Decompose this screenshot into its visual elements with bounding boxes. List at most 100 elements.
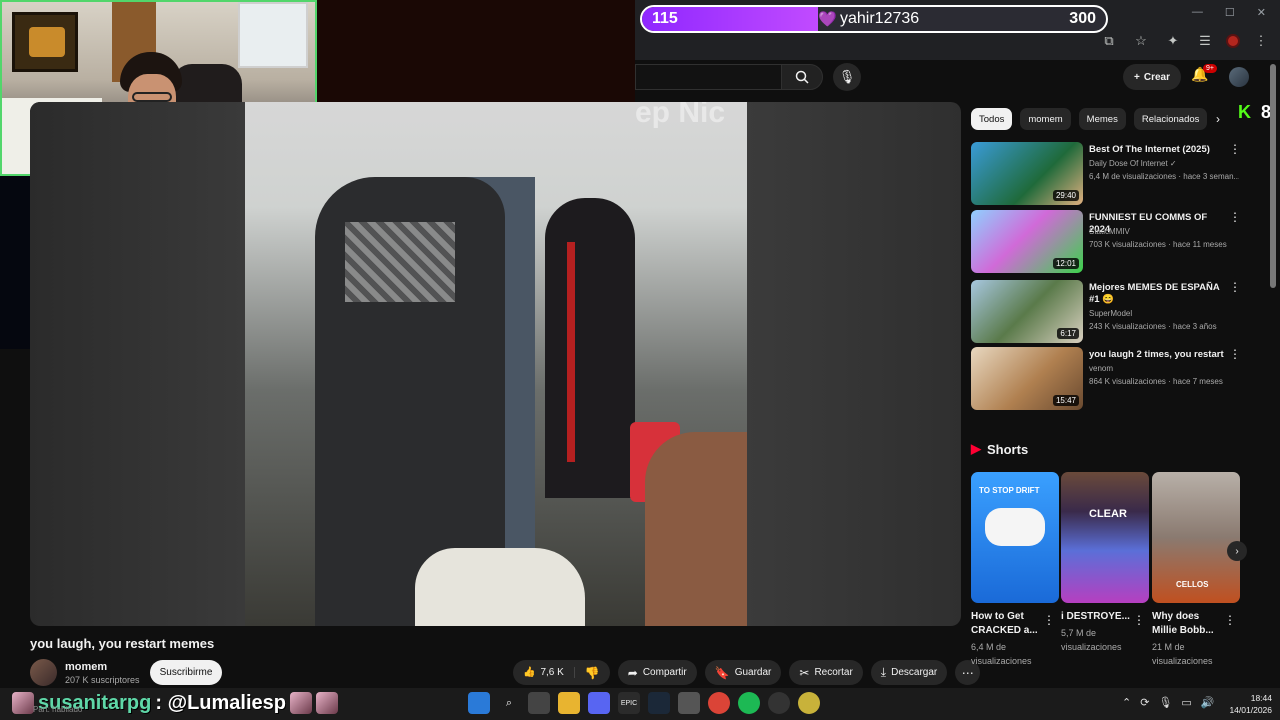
subscribe-button[interactable]: Suscribirme [150,660,222,685]
more-vert-icon[interactable]: ⋮ [1229,280,1241,294]
system-tray: ⌃ ⟳ 🎙 ▭ 🔊 [1122,696,1215,709]
install-app-icon[interactable]: ⧉ [1098,33,1120,49]
store-icon[interactable] [678,692,700,714]
controller-icon [985,508,1045,546]
chevron-right-icon: › [1235,545,1239,557]
recommendation-title[interactable]: you laugh 2 times, you restart [1089,349,1229,361]
more-vert-icon[interactable]: ⋮ [1229,142,1241,156]
dislike-button[interactable]: 👎 [575,666,610,680]
discord-icon[interactable] [588,692,610,714]
spotify-icon[interactable] [738,692,760,714]
video-player[interactable]: ep Nic [30,102,961,626]
close-button[interactable]: ✕ [1257,6,1266,19]
chevron-up-icon[interactable]: ⌃ [1122,696,1131,709]
blurred-background-left [30,102,245,626]
chat-emote [316,692,338,714]
video-thumbnail[interactable]: 29:40 [971,142,1083,205]
short-thumbnail[interactable]: TO STOP DRIFT [971,472,1059,603]
create-button[interactable]: + Crear [1123,64,1181,90]
download-button[interactable]: ⤓ Descargar [870,660,948,685]
save-button[interactable]: 🔖 Guardar [704,660,782,685]
recommendation-item[interactable]: 6:17 Mejores MEMES DE ESPAÑA #1 😄 SuperM… [971,280,1241,344]
system-clock[interactable]: 18:44 14/01/2026 [1222,692,1272,716]
microphone-icon[interactable]: 🎙 [1158,696,1172,709]
steam-icon[interactable] [648,692,670,714]
minimize-button[interactable]: — [1192,6,1203,19]
shorts-next-button[interactable]: › [1227,541,1247,561]
windows-start-icon[interactable] [468,692,490,714]
share-button[interactable]: ➦ Compartir [617,660,697,685]
recommendation-item[interactable]: 29:40 Best Of The Internet (2025) Daily … [971,142,1241,206]
short-thumbnail[interactable]: CELLOS [1152,472,1240,603]
recommendation-channel[interactable]: SuperModel [1089,309,1132,318]
chip-memes[interactable]: Memes [1078,108,1126,130]
page-scrollbar[interactable] [1270,64,1276,288]
more-vert-icon[interactable]: ⋮ [1133,613,1145,627]
short-overlay-text: CELLOS [1176,580,1209,589]
channel-avatar[interactable] [30,659,57,686]
bookmark-star-icon[interactable]: ☆ [1130,33,1152,49]
reading-list-icon[interactable]: ☰ [1194,33,1216,49]
clip-button[interactable]: ✂ Recortar [789,660,863,685]
browser-menu-icon[interactable]: ⋮ [1250,33,1272,49]
video-overlay-text: ep Nic [635,102,726,129]
chip-todos[interactable]: Todos [971,108,1013,130]
short-overlay-text: TO STOP DRIFT [979,486,1040,495]
short-title[interactable]: Why does Millie Bobb... [1152,610,1224,638]
channel-name[interactable]: momem [65,661,107,673]
short-title[interactable]: How to Get CRACKED a... [971,610,1043,638]
like-dislike-group: 👍 7,6 K 👎 [513,660,610,685]
short-item[interactable]: CLEAR i DESTROYE... 5,7 M de visualizaci… [1061,472,1149,654]
search-button[interactable] [781,64,823,90]
voice-search-button[interactable]: 🎙 [833,63,861,91]
recommendation-item[interactable]: 12:01 FUNNIEST EU COMMS OF 2024 StaticMM… [971,210,1241,274]
browser-toolbar: ⧉ ☆ ✦ ☰ ⋮ [1098,33,1272,49]
task-view-icon[interactable] [528,692,550,714]
video-thumbnail[interactable]: 15:47 [971,347,1083,410]
recommendation-meta: 6,4 M de visualizaciones · hace 3 seman.… [1089,172,1239,181]
account-avatar[interactable] [1229,67,1249,87]
browser-profile-icon[interactable] [1226,34,1240,48]
search-icon[interactable]: ⌕ [498,692,520,714]
chrome-icon[interactable] [708,692,730,714]
video-thumbnail[interactable]: 6:17 [971,280,1083,343]
chip-relacionados[interactable]: Relacionados [1133,108,1208,130]
clock-time: 18:44 [1250,693,1272,703]
epic-games-icon[interactable]: EPIC [618,692,640,714]
recommendation-channel[interactable]: venom [1089,364,1113,373]
chat-subtext: Part: habilado [33,705,83,714]
notification-badge: 9+ [1203,64,1217,73]
recommendation-channel[interactable]: StaticMMIV [1089,227,1130,236]
short-item[interactable]: TO STOP DRIFT How to Get CRACKED a... 6,… [971,472,1059,668]
sync-icon[interactable]: ⟳ [1140,696,1149,709]
display-icon[interactable]: ▭ [1181,696,1191,709]
chip-momem[interactable]: momem [1020,108,1071,130]
more-vert-icon[interactable]: ⋮ [1043,613,1055,627]
more-vert-icon[interactable]: ⋮ [1224,613,1236,627]
obs-icon[interactable] [768,692,790,714]
short-item[interactable]: CELLOS Why does Millie Bobb... 21 M de v… [1152,472,1240,668]
recommendation-item[interactable]: 15:47 you laugh 2 times, you restart ven… [971,347,1241,411]
app-icon[interactable] [798,692,820,714]
share-label: Compartir [642,667,687,678]
video-thumbnail[interactable]: 12:01 [971,210,1083,273]
speaker-icon[interactable]: 🔊 [1201,696,1215,709]
short-title[interactable]: i DESTROYE... [1061,610,1133,624]
recommendation-channel[interactable]: Daily Dose Of Internet ✓ [1089,159,1177,168]
more-vert-icon[interactable]: ⋮ [1229,210,1241,224]
recommendation-title[interactable]: Best Of The Internet (2025) [1089,144,1229,156]
recommendation-title[interactable]: Mejores MEMES DE ESPAÑA #1 😄 [1089,282,1229,306]
more-vert-icon[interactable]: ⋮ [1229,347,1241,361]
extensions-icon[interactable]: ✦ [1162,33,1184,49]
file-explorer-icon[interactable] [558,692,580,714]
chevron-right-icon[interactable]: › [1216,112,1220,126]
like-button[interactable]: 👍 7,6 K [513,667,575,678]
points-current: 115 [652,10,678,27]
video-actions: 👍 7,6 K 👎 ➦ Compartir 🔖 Guardar ✂ Recortar ⤓… [513,660,981,685]
short-thumbnail[interactable]: CLEAR [1061,472,1149,603]
short-overlay-text: CLEAR [1089,508,1127,520]
plus-icon: + [1134,71,1140,83]
background-window [238,2,308,68]
maximize-button[interactable]: ☐ [1225,6,1235,19]
search-input[interactable] [635,64,781,90]
